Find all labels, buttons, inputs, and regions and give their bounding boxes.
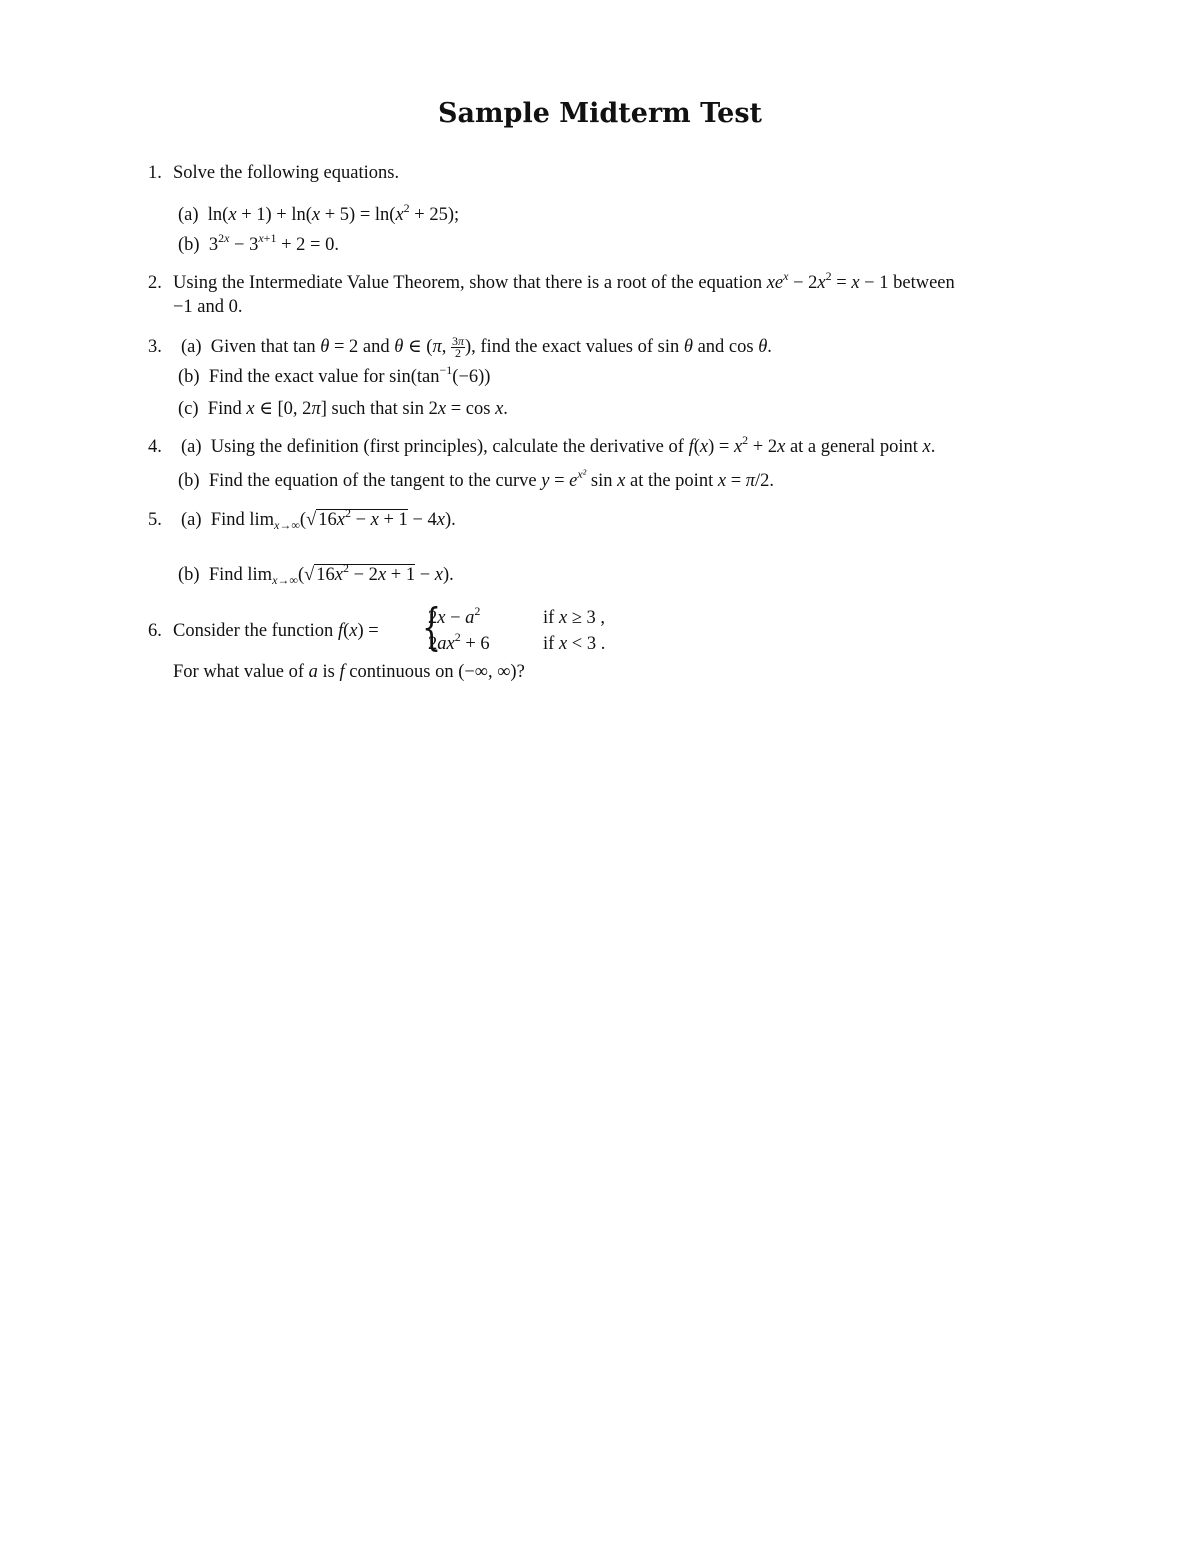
case-row: 2x − a2 if x ≥ 3 , <box>428 604 606 628</box>
question-1: 1. Solve the following equations. <box>148 163 400 183</box>
question-6-followup: For what value of a is f continuous on (… <box>173 662 525 682</box>
document-page: Sample Midterm Test 1. Solve the followin… <box>0 0 1200 1553</box>
question-2: 2. Using the Intermediate Value Theorem, … <box>148 269 955 293</box>
question-6: 6. Consider the function f(x) = <box>148 621 379 641</box>
question-1b: (b) 32x − 3x+1 + 2 = 0. <box>178 231 339 255</box>
piecewise-cases: { 2x − a2 if x ≥ 3 , 2ax2 + 6 if x < 3 . <box>402 598 642 660</box>
question-2-cont: −1 and 0. <box>173 297 243 317</box>
question-5b: (b) Find limx→∞(√ 16x2 − 2x + 1 − x). <box>178 561 454 587</box>
question-4b: (b) Find the equation of the tangent to … <box>178 467 775 491</box>
case-row: 2ax2 + 6 if x < 3 . <box>428 630 606 654</box>
question-4a: 4. (a) Using the definition (first princi… <box>148 433 936 457</box>
question-3b: (b) Find the exact value for sin(tan−1(−… <box>178 363 491 387</box>
question-5a: 5. (a) Find limx→∞(√ 16x2 − x + 1 − 4x). <box>148 506 456 532</box>
question-1a: (a) ln(x + 1) + ln(x + 5) = ln(x2 + 25); <box>178 201 460 225</box>
question-3a: 3. (a) Given that tan θ = 2 and θ ∈ (π, 3… <box>148 334 772 361</box>
question-3c: (c) Find x ∈ [0, 2π] such that sin 2x = … <box>178 399 508 419</box>
page-title: Sample Midterm Test <box>438 98 762 129</box>
